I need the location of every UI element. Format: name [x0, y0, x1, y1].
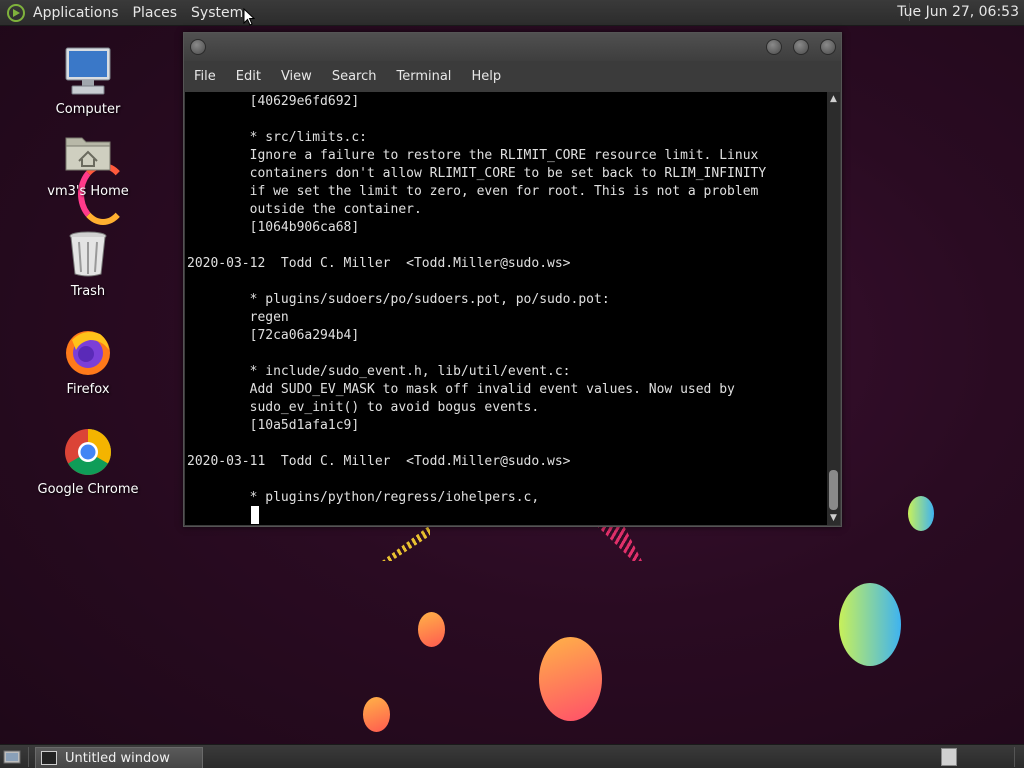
- close-button[interactable]: [820, 39, 836, 55]
- terminal-scrollbar[interactable]: ▲ ▼: [827, 92, 840, 525]
- menu-terminal[interactable]: Terminal: [386, 69, 461, 84]
- menu-search[interactable]: Search: [322, 69, 387, 84]
- home-folder-icon: [62, 128, 114, 180]
- wallpaper-blob: [839, 583, 901, 666]
- terminal-line: [10a5d1afa1c9]: [187, 418, 360, 433]
- desktop-icon-label: Computer: [55, 102, 121, 117]
- window-menu-button[interactable]: [190, 39, 206, 55]
- distro-logo-icon[interactable]: [5, 2, 27, 24]
- trash-icon: [62, 228, 114, 280]
- desktop-icon-label: vm3's Home: [47, 184, 129, 199]
- wallpaper-blob: [539, 637, 602, 721]
- taskbar-window-button[interactable]: Untitled window: [35, 747, 203, 768]
- computer-icon: [62, 46, 114, 98]
- desktop-icon-label: Google Chrome: [37, 482, 139, 497]
- applications-menu[interactable]: Applications: [33, 5, 119, 21]
- scroll-up-arrow-icon[interactable]: ▲: [827, 92, 840, 106]
- menu-edit[interactable]: Edit: [226, 69, 271, 84]
- text-cursor: [251, 506, 259, 524]
- desktop-icon-computer[interactable]: Computer: [28, 46, 148, 117]
- desktop-icon-chrome[interactable]: Google Chrome: [28, 426, 148, 497]
- window-titlebar[interactable]: [184, 33, 841, 61]
- firefox-icon: [62, 326, 114, 378]
- bottom-panel: Untitled window: [0, 744, 1024, 768]
- wallpaper-blob: [908, 496, 934, 531]
- chrome-icon: [62, 426, 114, 478]
- clock[interactable]: Tue Jun 27, 06:53: [897, 4, 1019, 20]
- wallpaper-blob: [363, 697, 390, 732]
- terminal-line: [72ca06a294b4]: [187, 328, 360, 343]
- menu-help[interactable]: Help: [461, 69, 511, 84]
- minimize-button[interactable]: [766, 39, 782, 55]
- terminal-output[interactable]: [40629e6fd692] * src/limits.c: Ignore a …: [185, 92, 827, 525]
- terminal-line: * include/sudo_event.h, lib/util/event.c…: [187, 364, 571, 379]
- menu-view[interactable]: View: [271, 69, 322, 84]
- show-desktop-icon[interactable]: [2, 748, 22, 766]
- terminal-line: Ignore a failure to restore the RLIMIT_C…: [187, 148, 759, 163]
- workspace-switcher[interactable]: [941, 748, 957, 766]
- terminal-line: if we set the limit to zero, even for ro…: [187, 184, 759, 199]
- scroll-down-arrow-icon[interactable]: ▼: [827, 511, 840, 525]
- terminal-line: * plugins/python/regress/iohelpers.c,: [187, 490, 540, 505]
- terminal-line: Add SUDO_EV_MASK to mask off invalid eve…: [187, 382, 735, 397]
- terminal-line: * src/limits.c:: [187, 130, 368, 145]
- desktop-icon-home[interactable]: vm3's Home: [28, 128, 148, 199]
- terminal-line: outside the container.: [187, 202, 422, 217]
- panel-separator: [28, 747, 29, 767]
- terminal-line: * plugins/sudoers/po/sudoers.pot, po/sud…: [187, 292, 610, 307]
- desktop-icon-label: Trash: [70, 284, 106, 299]
- scrollbar-thumb[interactable]: [829, 470, 838, 510]
- terminal-line: [1064b906ca68]: [187, 220, 360, 235]
- places-menu[interactable]: Places: [133, 5, 178, 21]
- maximize-button[interactable]: [793, 39, 809, 55]
- terminal-line: 2020-03-11 Todd C. Miller <Todd.Miller@s…: [187, 454, 571, 469]
- mouse-pointer-icon: [243, 8, 255, 26]
- terminal-line: containers don't allow RLIMIT_CORE to be…: [187, 166, 767, 181]
- terminal-line: sudo_ev_init() to avoid bogus events.: [187, 400, 540, 415]
- terminal-icon: [41, 751, 57, 765]
- system-menu[interactable]: System: [191, 5, 243, 21]
- taskbar-window-title: Untitled window: [65, 750, 170, 766]
- desktop-icon-trash[interactable]: Trash: [28, 228, 148, 299]
- terminal-line: [40629e6fd692]: [187, 94, 360, 109]
- wallpaper-streak: [596, 525, 642, 561]
- desktop-icon-firefox[interactable]: Firefox: [28, 326, 148, 397]
- wallpaper-streak: [382, 525, 430, 561]
- terminal-menubar: File Edit View Search Terminal Help: [184, 61, 841, 91]
- panel-separator: [1014, 747, 1015, 767]
- terminal-window[interactable]: File Edit View Search Terminal Help [406…: [183, 32, 842, 527]
- wallpaper-blob: [418, 612, 445, 647]
- terminal-line: regen: [187, 310, 289, 325]
- menu-file[interactable]: File: [184, 69, 226, 84]
- desktop-icon-label: Firefox: [66, 382, 110, 397]
- top-panel: Applications Places System Tue Jun 27, 0…: [0, 0, 1024, 26]
- terminal-line: 2020-03-12 Todd C. Miller <Todd.Miller@s…: [187, 256, 571, 271]
